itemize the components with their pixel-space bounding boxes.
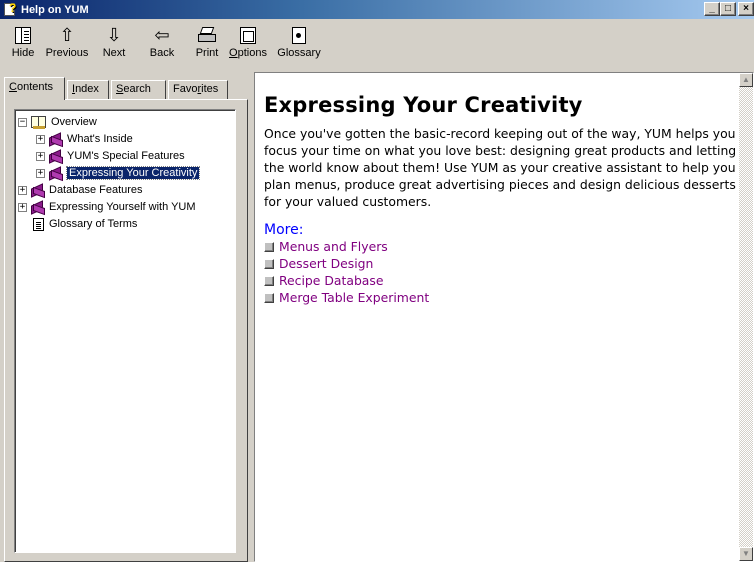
contents-panel: − Overview + What's Inside + YUM's Speci… (4, 99, 248, 562)
glossary-button[interactable]: Glossary (272, 19, 326, 69)
tab-contents[interactable]: Contents (4, 77, 65, 100)
maximize-button[interactable]: □ (720, 2, 736, 16)
close-button[interactable]: × (738, 2, 754, 16)
glossary-label: Glossary (277, 47, 321, 59)
back-button[interactable]: ⇦ Back (134, 19, 190, 69)
arrow-left-icon: ⇦ (154, 25, 170, 45)
navigation-pane: Contents Index Search Favorites − Overvi… (4, 77, 248, 562)
open-book-icon (31, 115, 47, 129)
topic-body: Once you've gotten the basic-record keep… (264, 126, 737, 209)
tree-item-label: Database Features (49, 184, 143, 196)
plus-box-icon[interactable]: + (18, 202, 27, 212)
tab-strip: Contents Index Search Favorites (4, 77, 248, 100)
plus-box-icon[interactable]: + (36, 168, 45, 178)
window-controls: _ □ × (702, 2, 754, 16)
closed-book-icon (31, 199, 45, 215)
print-button[interactable]: Print (190, 19, 224, 69)
arrow-up-icon: ⇧ (59, 25, 75, 45)
tree-item-special-features[interactable]: + YUM's Special Features (36, 148, 185, 164)
scroll-down-arrow-icon[interactable]: ▼ (739, 547, 753, 561)
tree-item-expressing-yourself[interactable]: + Expressing Yourself with YUM (18, 199, 196, 215)
square-bullet-icon (264, 258, 274, 269)
tree-item-overview[interactable]: − Overview (18, 114, 97, 130)
tab-index[interactable]: Index (67, 80, 109, 99)
tree-item-label: Expressing Your Creativity (65, 166, 201, 180)
topic-title: Expressing Your Creativity (264, 93, 583, 117)
tree-item-label: Expressing Yourself with YUM (49, 201, 196, 213)
next-label: Next (102, 47, 126, 59)
square-bullet-icon (264, 292, 274, 303)
link-recipe-database[interactable]: Recipe Database (264, 272, 740, 289)
previous-label: Previous (45, 47, 89, 59)
tree-item-label: YUM's Special Features (67, 150, 185, 162)
minus-box-icon[interactable]: − (18, 117, 27, 127)
closed-book-icon (31, 182, 45, 198)
tree-item-label: Overview (51, 116, 97, 128)
closed-book-icon (49, 148, 63, 164)
back-label: Back (149, 47, 175, 59)
print-label: Print (195, 47, 219, 59)
scroll-up-arrow-icon[interactable]: ▲ (739, 73, 753, 87)
tab-search[interactable]: Search (111, 80, 166, 99)
tree-item-expressing-creativity[interactable]: + Expressing Your Creativity (36, 165, 201, 181)
window-title: Help on YUM (21, 3, 89, 16)
more-heading: More: (264, 222, 304, 238)
tree-item-glossary[interactable]: Glossary of Terms (33, 216, 137, 232)
link-menus-and-flyers[interactable]: Menus and Flyers (264, 238, 740, 255)
link-merge-table-experiment[interactable]: Merge Table Experiment (264, 289, 740, 306)
options-button[interactable]: Options (224, 19, 272, 69)
hide-button[interactable]: Hide (6, 19, 40, 69)
link-dessert-design[interactable]: Dessert Design (264, 255, 740, 272)
options-label: Options (229, 47, 267, 59)
square-bullet-icon (264, 241, 274, 252)
printer-icon (198, 27, 216, 43)
hide-label: Hide (11, 47, 35, 59)
tree-item-label: What's Inside (67, 133, 133, 145)
arrow-down-icon: ⇩ (106, 25, 122, 45)
square-bullet-icon (264, 275, 274, 286)
plus-box-icon[interactable]: + (18, 185, 27, 195)
hide-icon (15, 26, 31, 44)
help-app-icon: ? (3, 2, 18, 17)
tree-item-whats-inside[interactable]: + What's Inside (36, 131, 133, 147)
previous-button[interactable]: ⇧ Previous (40, 19, 94, 69)
toolbar: Hide ⇧ Previous ⇩ Next ⇦ Back Print Opti… (0, 19, 754, 71)
vertical-scrollbar[interactable]: ▲ ▼ (739, 73, 753, 561)
closed-book-icon (49, 165, 63, 181)
plus-box-icon[interactable]: + (36, 151, 45, 161)
topic-pane: Expressing Your Creativity Once you've g… (254, 72, 754, 562)
glossary-icon (292, 26, 306, 44)
minimize-button[interactable]: _ (704, 2, 720, 16)
tree-item-label: Glossary of Terms (49, 218, 138, 230)
tree-item-database-features[interactable]: + Database Features (18, 182, 143, 198)
contents-tree[interactable]: − Overview + What's Inside + YUM's Speci… (14, 109, 236, 553)
closed-book-icon (49, 131, 63, 147)
tab-favorites[interactable]: Favorites (168, 80, 228, 99)
topic-content: Expressing Your Creativity Once you've g… (264, 73, 740, 306)
next-button[interactable]: ⇩ Next (94, 19, 134, 69)
title-bar[interactable]: ? Help on YUM _ □ × (0, 0, 754, 19)
page-icon (33, 217, 44, 231)
options-icon (240, 26, 256, 44)
plus-box-icon[interactable]: + (36, 134, 45, 144)
